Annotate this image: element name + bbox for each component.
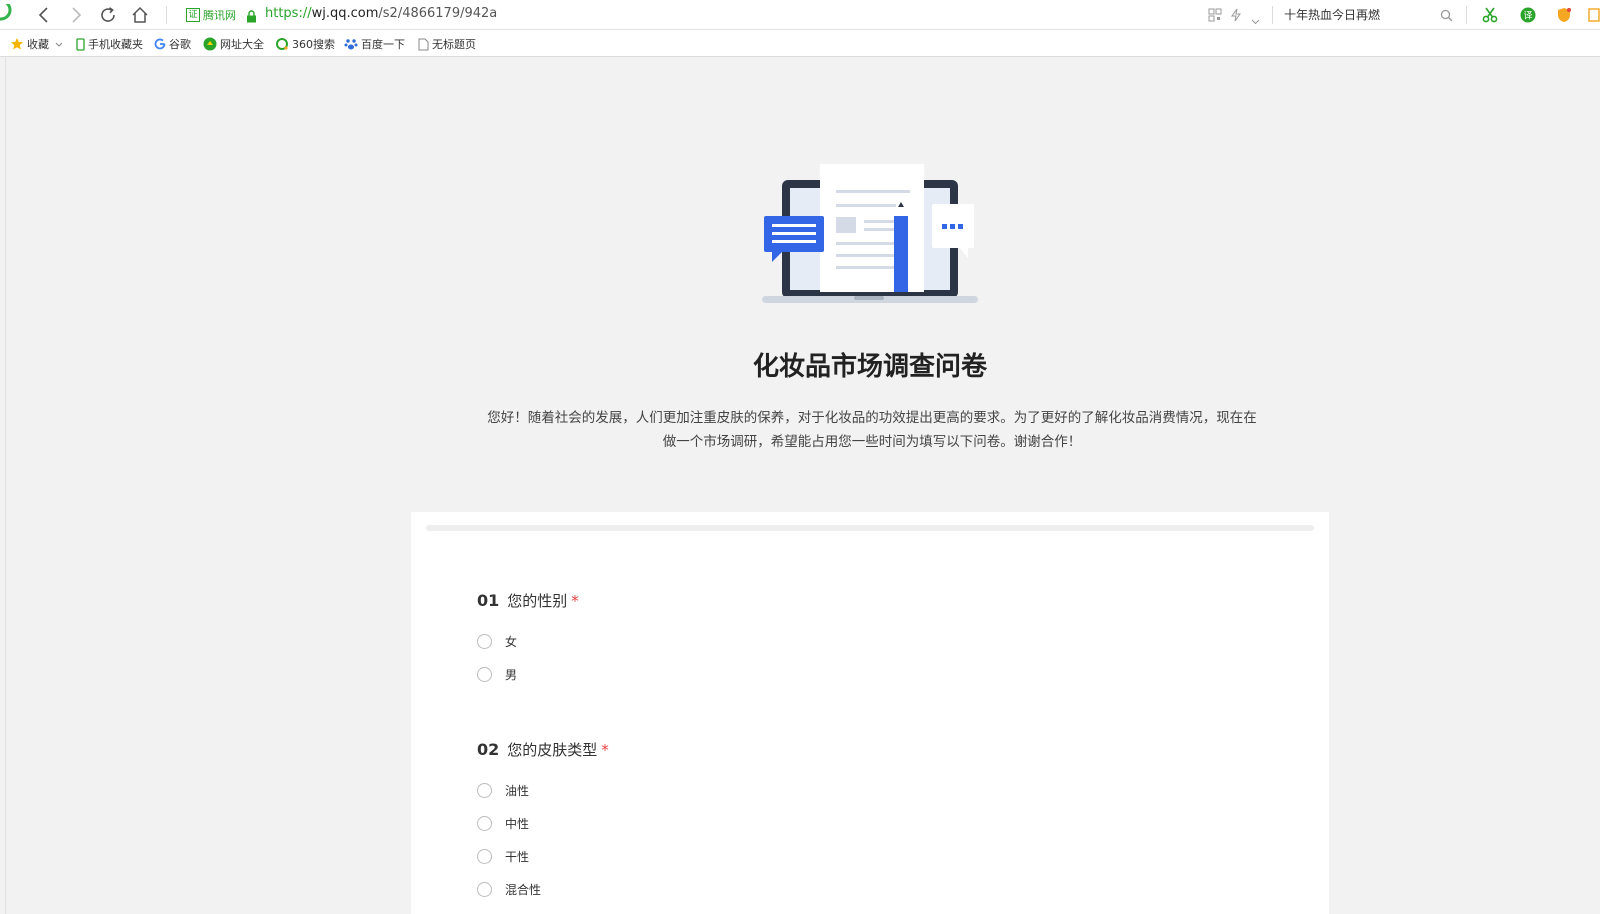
phone-icon: [76, 37, 85, 51]
star-icon: [11, 38, 23, 50]
chevron-down-icon: [55, 42, 63, 47]
360-search-icon: [276, 38, 288, 50]
svg-text:译: 译: [1523, 11, 1532, 22]
bookmark-untitled[interactable]: 无标题页: [418, 36, 476, 52]
question-card: 01 您的性别 * 女 男 02 您的皮肤类型 * 油性 中性 干性 混合性: [411, 512, 1329, 914]
required-marker: *: [601, 740, 609, 759]
qr-code-icon[interactable]: [1208, 7, 1222, 26]
radio-button[interactable]: [477, 849, 492, 864]
survey-title: 化妆品市场调查问卷: [752, 352, 987, 382]
radio-button[interactable]: [477, 816, 492, 831]
question-text: 您的皮肤类型: [507, 741, 598, 759]
bookmark-label: 谷歌: [169, 38, 191, 51]
chevron-down-icon[interactable]: [1251, 10, 1260, 29]
option-combination[interactable]: 混合性: [477, 881, 541, 898]
required-marker: *: [571, 591, 579, 610]
bookmark-mobile[interactable]: 手机收藏夹: [76, 36, 143, 52]
option-female[interactable]: 女: [477, 633, 517, 650]
bookmark-label: 网址大全: [220, 38, 264, 51]
bookmark-360-search[interactable]: 360搜索: [275, 36, 335, 52]
translate-icon[interactable]: 译: [1520, 7, 1536, 27]
baidu-paw-icon: [344, 39, 358, 50]
bookmark-label: 360搜索: [292, 38, 335, 51]
browser-toolbar: 证 腾讯网 https://wj.qq.com/s2/4866179/942a …: [0, 0, 1600, 30]
question-text: 您的性别: [507, 592, 568, 610]
reload-icon[interactable]: [96, 3, 120, 27]
toolbar-divider: [1272, 6, 1273, 24]
directory-icon: [203, 37, 217, 51]
bookmark-google[interactable]: 谷歌: [154, 36, 191, 52]
option-label: 中性: [505, 817, 530, 831]
forward-icon[interactable]: [64, 3, 88, 27]
url-scheme: https://: [265, 6, 312, 21]
page-icon: [418, 38, 429, 50]
cert-box-icon: 证: [186, 8, 200, 22]
cert-badge[interactable]: 证 腾讯网: [186, 7, 236, 23]
news-search-text[interactable]: 十年热血今日再燃: [1284, 6, 1380, 23]
cert-label: 腾讯网: [203, 9, 236, 22]
shield-icon[interactable]: [1556, 7, 1572, 27]
option-label: 油性: [505, 784, 530, 798]
radio-button[interactable]: [477, 634, 492, 649]
survey-intro: 您好！随着社会的发展，人们更加注重皮肤的保养，对于化妆品的功效提出更高的要求。为…: [487, 410, 1257, 450]
search-icon[interactable]: [1440, 7, 1453, 26]
bookmark-label: 无标题页: [432, 38, 476, 51]
radio-button[interactable]: [477, 667, 492, 682]
scissors-icon[interactable]: [1482, 7, 1498, 27]
google-icon: [154, 38, 166, 50]
question-number: 01: [477, 591, 500, 610]
radio-button[interactable]: [477, 882, 492, 897]
page-left-border: [5, 57, 6, 914]
url-host: wj.qq.com: [311, 6, 379, 21]
bookmark-label: 手机收藏夹: [88, 38, 143, 51]
question-number: 02: [477, 740, 500, 759]
bookmark-baidu[interactable]: 百度一下: [344, 36, 405, 52]
survey-hero-illustration-icon: [760, 162, 980, 316]
progress-bar: [426, 525, 1314, 531]
url-path: /s2/4866179/942a: [378, 6, 498, 21]
option-male[interactable]: 男: [477, 666, 517, 683]
question-gender: 01 您的性别 *: [477, 590, 579, 611]
option-dry[interactable]: 干性: [477, 848, 529, 865]
address-bar[interactable]: https://wj.qq.com/s2/4866179/942a: [265, 6, 497, 21]
bookmark-favorites[interactable]: 收藏: [10, 36, 66, 52]
home-icon[interactable]: [128, 3, 152, 27]
option-label: 女: [505, 635, 518, 649]
bookmark-label: 百度一下: [361, 38, 405, 51]
lightning-icon[interactable]: [1230, 7, 1242, 26]
radio-button[interactable]: [477, 783, 492, 798]
bookmark-site-directory[interactable]: 网址大全: [203, 36, 264, 52]
toolbar-divider: [166, 6, 167, 24]
bookmark-label: 收藏: [27, 38, 49, 51]
option-label: 男: [505, 668, 518, 682]
question-skin-type: 02 您的皮肤类型 *: [477, 739, 609, 760]
option-oily[interactable]: 油性: [477, 782, 529, 799]
option-label: 混合性: [505, 883, 542, 897]
option-label: 干性: [505, 850, 530, 864]
option-neutral[interactable]: 中性: [477, 815, 529, 832]
lock-icon: [246, 8, 257, 27]
toolbar-divider: [1466, 6, 1467, 24]
edge-menu-icon[interactable]: [1588, 7, 1600, 27]
back-icon[interactable]: [32, 3, 56, 27]
browser-logo-icon: [0, 3, 16, 27]
